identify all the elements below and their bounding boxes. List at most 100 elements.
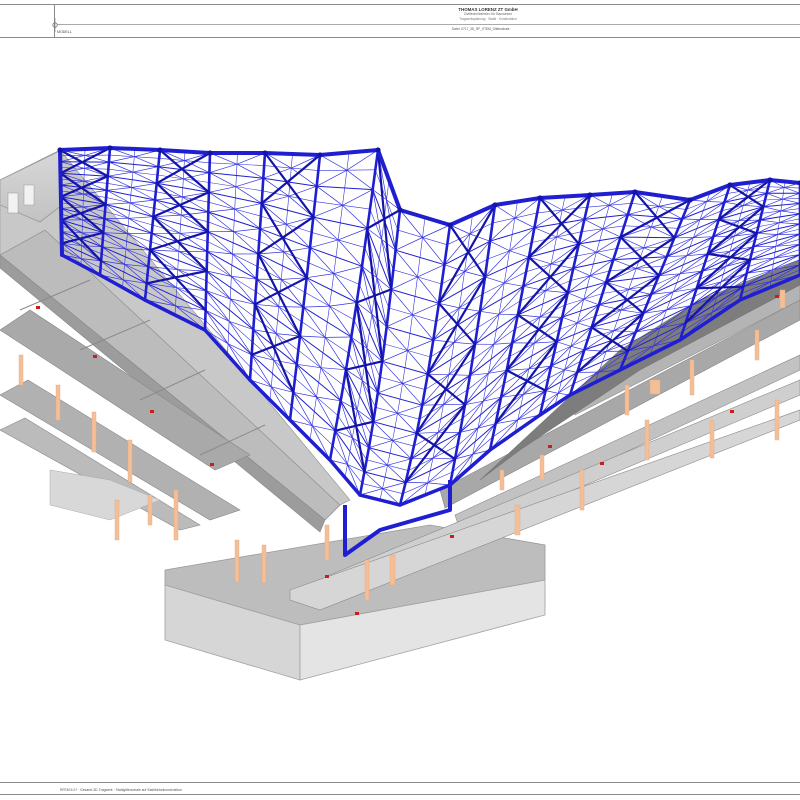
grid-end-post — [58, 148, 64, 257]
footer-text: RFEM 5.07 · Gesamt-3D-Tragwerk · Stahlgi… — [60, 788, 182, 792]
grid-diagonal — [320, 367, 342, 402]
grid-main-rib — [308, 215, 315, 249]
column — [55, 384, 61, 421]
grid-node — [727, 182, 733, 188]
grid-diagonal — [386, 199, 396, 251]
grid-diagonal — [207, 231, 233, 255]
grid-diagonal — [306, 273, 335, 279]
grid-ring-member — [207, 231, 259, 255]
grid-main-rib — [204, 289, 208, 312]
grid-node — [317, 152, 323, 158]
grid-main-rib — [355, 264, 364, 304]
title-block-bottom-border — [0, 37, 800, 38]
grid-main-rib — [305, 246, 312, 280]
grid-diagonal — [469, 233, 491, 242]
grid-diagonal — [778, 222, 800, 225]
grid-node — [447, 222, 453, 228]
grid-diagonal — [509, 250, 530, 258]
grid-diagonal — [132, 166, 159, 173]
grid-node — [375, 147, 381, 153]
grid-diagonal — [290, 167, 318, 187]
grid-ring-member — [205, 290, 254, 331]
grid-member — [388, 307, 437, 322]
grid-main-rib — [208, 151, 212, 174]
grid-node — [262, 150, 268, 156]
support-marker — [355, 612, 359, 615]
grid-ring-member — [299, 335, 347, 371]
grid-main-rib — [248, 353, 253, 382]
grid-main-rib — [255, 252, 260, 281]
grid-diagonal-rib — [516, 313, 558, 343]
grid-top-edge-beam — [318, 148, 380, 157]
grid-node — [492, 202, 498, 208]
grid-ring-member — [377, 392, 423, 406]
grid-diagonal — [333, 265, 363, 274]
grid-ring-member — [427, 343, 476, 375]
grid-diagonal — [342, 204, 368, 229]
grid-diagonal — [572, 267, 591, 277]
grid-node — [157, 147, 163, 153]
grid-diagonal — [706, 201, 725, 203]
grid-main-rib — [311, 184, 319, 219]
grid-diagonal — [128, 217, 153, 234]
grid-diagonal — [596, 251, 614, 261]
grid-diagonal — [407, 339, 434, 351]
column — [774, 399, 780, 441]
grid-diagonal — [128, 216, 154, 219]
column — [539, 454, 545, 481]
company-subtitle-2: Tragwerksplanung · Statik · Konstruktion — [459, 17, 517, 21]
grid-member — [570, 270, 611, 281]
grid-diagonal — [372, 412, 398, 423]
grid-diagonal — [342, 189, 374, 206]
grid-main-rib — [555, 315, 564, 344]
grid-diagonal — [209, 163, 238, 174]
grid-diagonal — [334, 430, 348, 465]
grid-diagonal — [157, 160, 185, 168]
grid-member — [586, 203, 632, 208]
grid-diagonal — [570, 345, 585, 351]
grid-member — [492, 212, 538, 224]
column — [173, 489, 179, 541]
footer-bottom-border — [0, 794, 800, 795]
grid-diagonal — [782, 198, 800, 204]
support-marker — [450, 535, 454, 538]
grid-member — [685, 193, 728, 210]
grid-node — [767, 177, 773, 183]
wall-opening-2 — [23, 184, 35, 206]
grid-diagonal — [432, 457, 456, 460]
grid-ring-member — [405, 458, 456, 483]
grid-top-edge-beam — [688, 183, 732, 202]
grid-main-rib — [105, 174, 110, 192]
grid-diagonal — [278, 306, 304, 308]
grid-diagonal — [422, 224, 451, 238]
grid-node — [587, 192, 593, 198]
grid-diagonal — [382, 482, 406, 489]
grid-diagonal — [329, 305, 352, 338]
grid-main-rib — [409, 431, 419, 461]
grid-diagonal — [432, 339, 455, 343]
grid-main-rib — [103, 203, 107, 220]
grid-diagonal — [421, 404, 444, 406]
grid-top-edge-beam — [263, 151, 322, 157]
grid-main-rib — [148, 232, 153, 252]
grid-diagonal — [154, 196, 183, 201]
grid-main-rib — [258, 202, 264, 230]
grid-diagonal — [381, 350, 408, 362]
grid-member — [307, 262, 360, 285]
column — [579, 469, 585, 511]
grid-ring-member — [522, 267, 574, 287]
grid-diagonal — [361, 265, 373, 315]
support-marker — [600, 462, 604, 465]
grid-diagonal — [738, 219, 761, 222]
grid-diagonal — [390, 289, 413, 316]
support-marker — [730, 410, 734, 413]
grid-diagonal — [780, 210, 800, 215]
grid-node — [632, 189, 638, 195]
column — [261, 544, 267, 584]
grid-diagonal — [584, 219, 604, 230]
grid-diagonal — [422, 237, 445, 266]
grid-diagonal — [561, 316, 578, 324]
grid-ring-member — [386, 326, 434, 341]
grid-node — [57, 147, 63, 153]
grid-diagonal — [386, 314, 413, 328]
